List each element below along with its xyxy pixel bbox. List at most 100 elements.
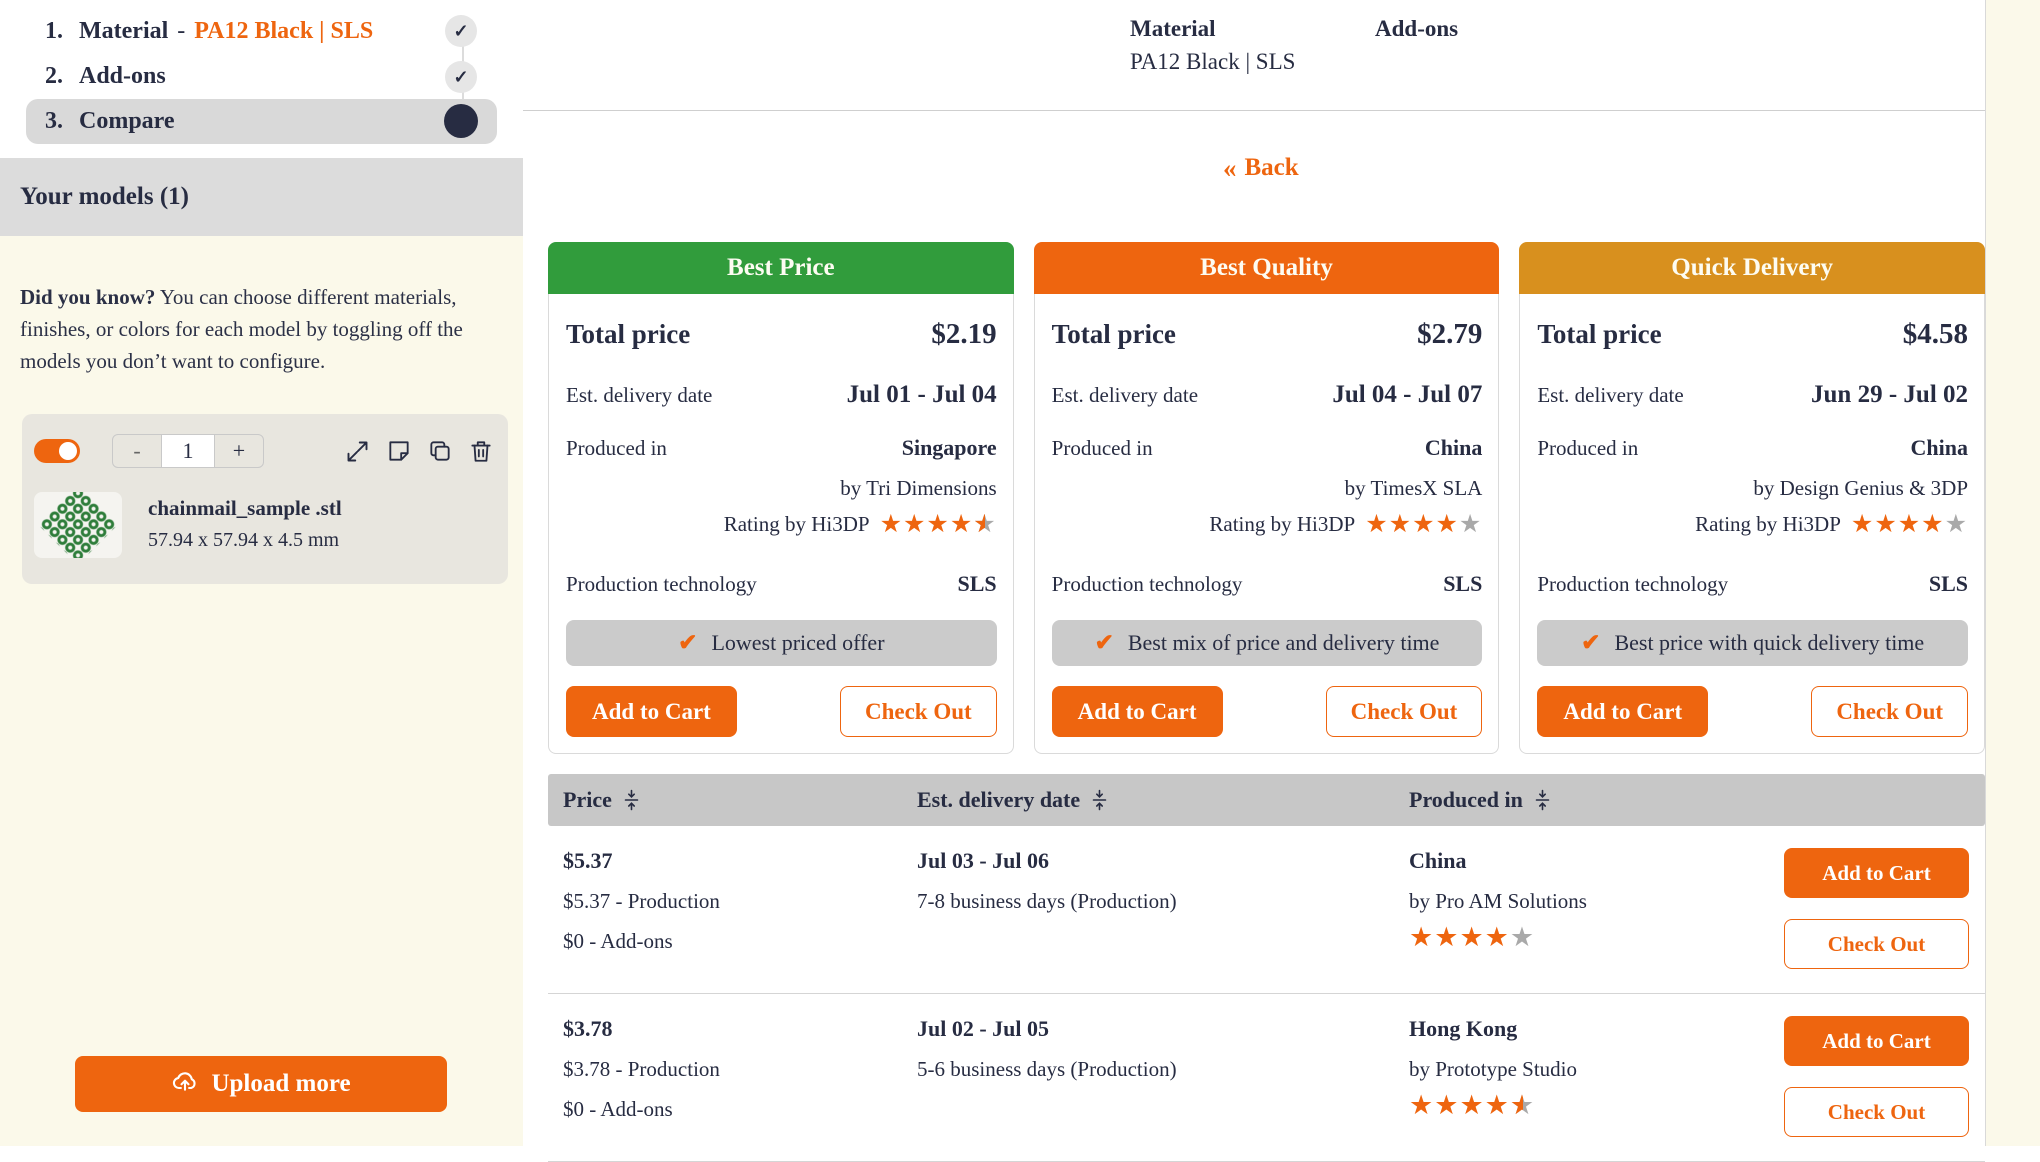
step-active-dot-icon — [444, 104, 478, 138]
total-price-value: $2.19 — [931, 318, 996, 351]
total-price-label: Total price — [1052, 319, 1176, 350]
back-button[interactable]: « Back — [1223, 154, 1299, 182]
back-label: Back — [1245, 154, 1299, 182]
star-rating: ★★★★★ — [1409, 922, 1535, 953]
material-column-value: PA12 Black | SLS — [1130, 49, 1295, 75]
upload-more-label: Upload more — [211, 1070, 350, 1098]
model-toggle[interactable] — [34, 439, 80, 463]
configuration-summary: Material PA12 Black | SLS Add-ons — [523, 0, 1985, 111]
produced-in-value: Singapore — [902, 435, 997, 461]
price-column-label: Price — [563, 787, 612, 813]
sidebar: 1. Material - PA12 Black | SLS 2. Add-on… — [0, 0, 523, 1146]
table-header-row: Price Est. delivery date Produced in — [548, 774, 1985, 826]
delivery-dates: Jul 02 - Jul 05 — [917, 1016, 1409, 1042]
quantity-decrease-button[interactable]: - — [112, 434, 162, 468]
badge-text: Best price with quick delivery time — [1614, 630, 1924, 656]
page-background-strip — [1985, 0, 2040, 1146]
chainmail-preview — [38, 492, 117, 558]
rating-label: Rating by Hi3DP — [724, 512, 870, 537]
delivery-duration: 7-8 business days (Production) — [917, 889, 1409, 914]
produced-in-label: Produced in — [1537, 436, 1638, 461]
check-out-button[interactable]: Check Out — [1784, 919, 1969, 969]
price-addons-breakdown: $0 - Add-ons — [563, 929, 917, 954]
sort-icon[interactable] — [1091, 789, 1108, 811]
badge-text: Best mix of price and delivery time — [1128, 630, 1440, 656]
sort-icon[interactable] — [1534, 789, 1551, 811]
delivery-column-label: Est. delivery date — [917, 787, 1080, 813]
star-rating: ★★★★★★ — [1409, 1090, 1535, 1121]
offer-card-best-quality: Best Quality Total price $2.79 Est. deli… — [1034, 242, 1500, 754]
produced-country: China — [1409, 848, 1784, 874]
total-price-label: Total price — [1537, 319, 1661, 350]
step-complete-check-icon: ✓ — [445, 61, 477, 93]
offer-highlight-badge: ✔ Lowest priced offer — [566, 620, 997, 666]
price-addons-breakdown: $0 - Add-ons — [563, 1097, 917, 1122]
step-separator: - — [168, 18, 194, 45]
delivery-date-label: Est. delivery date — [1052, 383, 1198, 408]
produced-country: Hong Kong — [1409, 1016, 1784, 1042]
production-technology-label: Production technology — [566, 572, 757, 597]
sort-icon[interactable] — [623, 789, 640, 811]
check-out-button[interactable]: Check Out — [1784, 1087, 1969, 1137]
star-rating: ★★★★★ — [1851, 509, 1968, 539]
delivery-dates: Jul 03 - Jul 06 — [917, 848, 1409, 874]
provider-name: by Prototype Studio — [1409, 1057, 1784, 1082]
check-out-button[interactable]: Check Out — [1811, 686, 1968, 737]
produced-in-value: China — [1911, 435, 1968, 461]
rating-label: Rating by Hi3DP — [1209, 512, 1355, 537]
production-technology-value: SLS — [1929, 571, 1968, 597]
delete-icon[interactable] — [468, 438, 494, 464]
add-to-cart-button[interactable]: Add to Cart — [1052, 686, 1223, 737]
offers-table: Price Est. delivery date Produced in — [548, 774, 1985, 1162]
step-number: 3. — [45, 108, 79, 135]
check-out-button[interactable]: Check Out — [1326, 686, 1483, 737]
badge-check-icon: ✔ — [678, 630, 697, 656]
delivery-date-value: Jul 04 - Jul 07 — [1332, 381, 1482, 409]
check-out-button[interactable]: Check Out — [840, 686, 997, 737]
model-dimensions: 57.94 x 57.94 x 4.5 mm — [148, 529, 342, 552]
upload-more-button[interactable]: Upload more — [75, 1056, 447, 1112]
material-column-label: Material — [1130, 16, 1216, 42]
badge-check-icon: ✔ — [1095, 630, 1114, 656]
badge-check-icon: ✔ — [1581, 630, 1600, 656]
expand-model-icon[interactable] — [344, 438, 371, 465]
offer-card-quick-delivery: Quick Delivery Total price $4.58 Est. de… — [1519, 242, 1985, 754]
produced-in-label: Produced in — [1052, 436, 1153, 461]
delivery-date-value: Jun 29 - Jul 02 — [1811, 381, 1968, 409]
step-material-value: PA12 Black | SLS — [194, 18, 373, 45]
add-to-cart-button[interactable]: Add to Cart — [1784, 848, 1969, 898]
quantity-increase-button[interactable]: + — [214, 434, 264, 468]
toggle-knob — [59, 442, 77, 460]
note-icon[interactable] — [386, 438, 412, 464]
step-complete-check-icon: ✓ — [445, 15, 477, 47]
model-thumbnail[interactable] — [34, 492, 122, 558]
best-price-banner: Best Price — [548, 242, 1014, 294]
provider-name: by TimesX SLA — [1052, 476, 1483, 501]
price-production-breakdown: $5.37 - Production — [563, 889, 917, 914]
column-header-price: Price — [563, 787, 917, 813]
checkout-steps: 1. Material - PA12 Black | SLS 2. Add-on… — [0, 0, 523, 158]
provider-name: by Pro AM Solutions — [1409, 889, 1784, 914]
delivery-date-label: Est. delivery date — [566, 383, 712, 408]
offer-cards-row: Best Price Total price $2.19 Est. delive… — [548, 242, 1985, 754]
your-models-header: Your models (1) — [0, 158, 523, 236]
main-content: Material PA12 Black | SLS Add-ons « Back… — [523, 0, 1985, 1146]
offer-price: $3.78 — [563, 1016, 917, 1042]
add-to-cart-button[interactable]: Add to Cart — [566, 686, 737, 737]
quantity-stepper: - + — [112, 434, 264, 468]
step-number: 1. — [45, 18, 79, 45]
add-to-cart-button[interactable]: Add to Cart — [1537, 686, 1708, 737]
column-header-delivery: Est. delivery date — [917, 787, 1409, 813]
table-row: $3.78 $3.78 - Production $0 - Add-ons Ju… — [548, 994, 1985, 1162]
step-number: 2. — [45, 63, 79, 90]
rating-label: Rating by Hi3DP — [1695, 512, 1841, 537]
duplicate-icon[interactable] — [427, 438, 453, 464]
delivery-date-label: Est. delivery date — [1537, 383, 1683, 408]
add-to-cart-button[interactable]: Add to Cart — [1784, 1016, 1969, 1066]
produced-in-label: Produced in — [566, 436, 667, 461]
did-you-know-tip: Did you know? You can choose different m… — [0, 257, 523, 393]
offer-card-best-price: Best Price Total price $2.19 Est. delive… — [548, 242, 1014, 754]
quantity-input[interactable] — [162, 434, 214, 468]
step-compare[interactable]: 3. Compare — [26, 99, 497, 144]
total-price-value: $2.79 — [1417, 318, 1482, 351]
